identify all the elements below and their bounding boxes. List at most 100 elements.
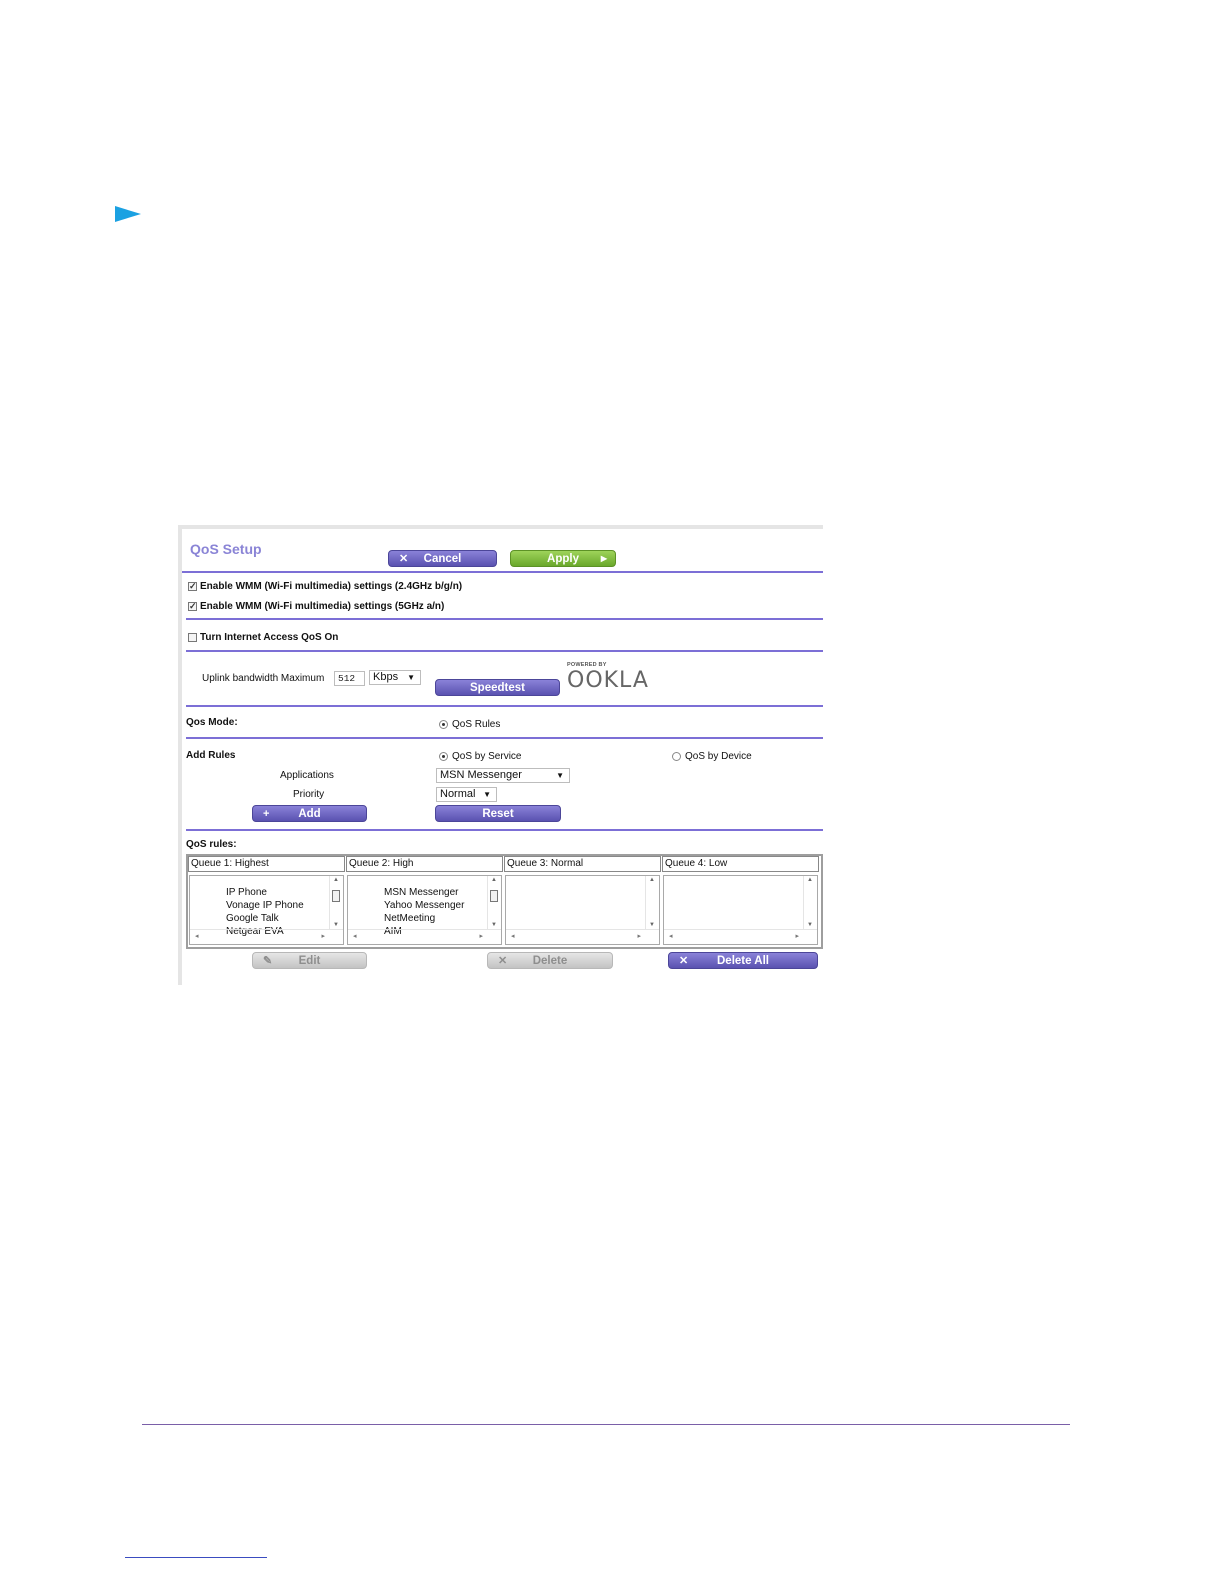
qos-rules-radio-row[interactable]: QoS Rules	[439, 719, 500, 730]
qos-by-device-radio[interactable]	[672, 751, 681, 761]
queue-header: Queue 4: Low	[662, 856, 819, 872]
delete-all-button[interactable]: ✕ Delete All	[668, 952, 818, 969]
priority-label: Priority	[293, 789, 325, 800]
wmm-24-checkbox[interactable]: ✓	[188, 581, 197, 591]
scroll-right-icon[interactable]: ▸	[795, 932, 799, 940]
scroll-down-icon[interactable]: ▼	[333, 922, 339, 928]
scroll-right-icon[interactable]: ▸	[479, 932, 483, 940]
qos-mode-label: Qos Mode:	[186, 717, 238, 728]
horizontal-scrollbar[interactable]: ◂ ▸	[506, 929, 659, 944]
apply-button[interactable]: Apply ▶	[510, 550, 616, 567]
wmm-24-label: Enable WMM (Wi-Fi multimedia) settings (…	[200, 581, 463, 592]
vertical-scrollbar[interactable]: ▲ ▼	[487, 876, 501, 930]
page-title: QoS Setup	[190, 541, 262, 557]
wmm-5-row: ✓ Enable WMM (Wi-Fi multimedia) settings …	[188, 601, 444, 612]
list-item[interactable]: Vonage IP Phone	[226, 899, 304, 912]
queue-list[interactable]: MSN Messenger Yahoo Messenger NetMeeting…	[347, 875, 502, 945]
reset-button[interactable]: Reset	[435, 805, 561, 822]
queue-header: Queue 3: Normal	[504, 856, 661, 872]
qos-rules-label: QoS rules:	[186, 839, 237, 850]
list-item[interactable]: NetMeeting	[384, 912, 464, 925]
qos-on-label: Turn Internet Access QoS On	[200, 632, 339, 643]
vertical-scrollbar[interactable]: ▲ ▼	[329, 876, 343, 930]
uplink-unit-select[interactable]: Kbps ▼	[369, 670, 421, 685]
queue-list[interactable]: ▲ ▼ ◂ ▸	[505, 875, 660, 945]
scroll-left-icon[interactable]: ◂	[511, 932, 515, 940]
qos-on-row: Turn Internet Access QoS On	[188, 632, 338, 643]
queue-column: Queue 3: Normal ▲ ▼ ◂ ▸	[504, 856, 661, 947]
wmm-5-checkbox[interactable]: ✓	[188, 601, 197, 611]
queue-column: Queue 4: Low ▲ ▼ ◂ ▸	[662, 856, 819, 947]
queue-column: Queue 1: Highest IP Phone Vonage IP Phon…	[188, 856, 345, 947]
footer-link-underline	[125, 1557, 267, 1558]
scroll-right-icon[interactable]: ▸	[321, 932, 325, 940]
add-button[interactable]: + Add	[252, 805, 367, 822]
delete-button[interactable]: ✕ Delete	[487, 952, 613, 969]
scroll-up-icon[interactable]: ▲	[807, 877, 813, 883]
applications-select[interactable]: MSN Messenger ▼	[436, 768, 570, 783]
list-item[interactable]: Google Talk	[226, 912, 304, 925]
qos-on-checkbox[interactable]	[188, 632, 197, 642]
edit-button[interactable]: ✎ Edit	[252, 952, 367, 969]
list-item[interactable]: IP Phone	[226, 886, 304, 899]
ookla-logo: POWERED BY OOKLA	[567, 662, 649, 693]
close-icon: ✕	[399, 553, 409, 565]
dropdown-arrow-icon: ▼	[483, 790, 491, 799]
close-icon: ✕	[498, 955, 508, 967]
uplink-label: Uplink bandwidth Maximum	[202, 673, 325, 684]
qos-setup-screenshot: QoS Setup ✕ Cancel Apply ▶ ✓ Enable WMM (…	[178, 525, 823, 985]
scroll-up-icon[interactable]: ▲	[491, 877, 497, 883]
divider	[182, 571, 823, 573]
queue-list[interactable]: IP Phone Vonage IP Phone Google Talk Net…	[189, 875, 344, 945]
scroll-thumb[interactable]	[332, 890, 340, 902]
footer-divider	[142, 1424, 1070, 1425]
queue-header: Queue 1: Highest	[188, 856, 345, 872]
close-icon: ✕	[679, 955, 689, 967]
step-arrow-icon	[115, 206, 141, 222]
dropdown-arrow-icon: ▼	[407, 673, 415, 682]
qos-by-device-option[interactable]: QoS by Device	[672, 751, 752, 762]
horizontal-scrollbar[interactable]: ◂ ▸	[664, 929, 817, 944]
vertical-scrollbar[interactable]: ▲ ▼	[645, 876, 659, 930]
list-item[interactable]: Yahoo Messenger	[384, 899, 464, 912]
qos-by-service-radio[interactable]	[439, 751, 448, 761]
priority-select[interactable]: Normal ▼	[436, 787, 497, 802]
scroll-left-icon[interactable]: ◂	[353, 932, 357, 940]
list-item[interactable]: MSN Messenger	[384, 886, 464, 899]
divider	[186, 650, 823, 652]
plus-icon: +	[263, 807, 270, 820]
scroll-up-icon[interactable]: ▲	[333, 877, 339, 883]
vertical-scrollbar[interactable]: ▲ ▼	[803, 876, 817, 930]
wmm-5-label: Enable WMM (Wi-Fi multimedia) settings (…	[200, 601, 445, 612]
scroll-down-icon[interactable]: ▼	[807, 922, 813, 928]
scroll-up-icon[interactable]: ▲	[649, 877, 655, 883]
ookla-brand: OOKLA	[567, 668, 649, 693]
cancel-button[interactable]: ✕ Cancel	[388, 550, 497, 567]
divider	[186, 705, 823, 707]
scroll-left-icon[interactable]: ◂	[195, 932, 199, 940]
speedtest-button[interactable]: Speedtest	[435, 679, 560, 696]
scroll-thumb[interactable]	[490, 890, 498, 902]
qos-by-service-option[interactable]: QoS by Service	[439, 751, 521, 762]
horizontal-scrollbar[interactable]: ◂ ▸	[190, 929, 343, 944]
qos-rules-radio[interactable]	[439, 719, 448, 729]
scroll-down-icon[interactable]: ▼	[491, 922, 497, 928]
scroll-left-icon[interactable]: ◂	[669, 932, 673, 940]
add-rules-label: Add Rules	[186, 750, 236, 761]
wmm-24-row: ✓ Enable WMM (Wi-Fi multimedia) settings …	[188, 581, 462, 592]
pencil-icon: ✎	[263, 955, 273, 967]
divider	[186, 618, 823, 620]
queue-list[interactable]: ▲ ▼ ◂ ▸	[663, 875, 818, 945]
play-arrow-icon: ▶	[600, 554, 607, 563]
scroll-down-icon[interactable]: ▼	[649, 922, 655, 928]
dropdown-arrow-icon: ▼	[556, 771, 564, 780]
qos-rules-table: Queue 1: Highest IP Phone Vonage IP Phon…	[186, 854, 823, 949]
divider	[186, 737, 823, 739]
divider	[186, 829, 823, 831]
uplink-input[interactable]: 512	[334, 671, 365, 686]
applications-label: Applications	[280, 770, 334, 781]
horizontal-scrollbar[interactable]: ◂ ▸	[348, 929, 501, 944]
queue-column: Queue 2: High MSN Messenger Yahoo Messen…	[346, 856, 503, 947]
queue-header: Queue 2: High	[346, 856, 503, 872]
scroll-right-icon[interactable]: ▸	[637, 932, 641, 940]
